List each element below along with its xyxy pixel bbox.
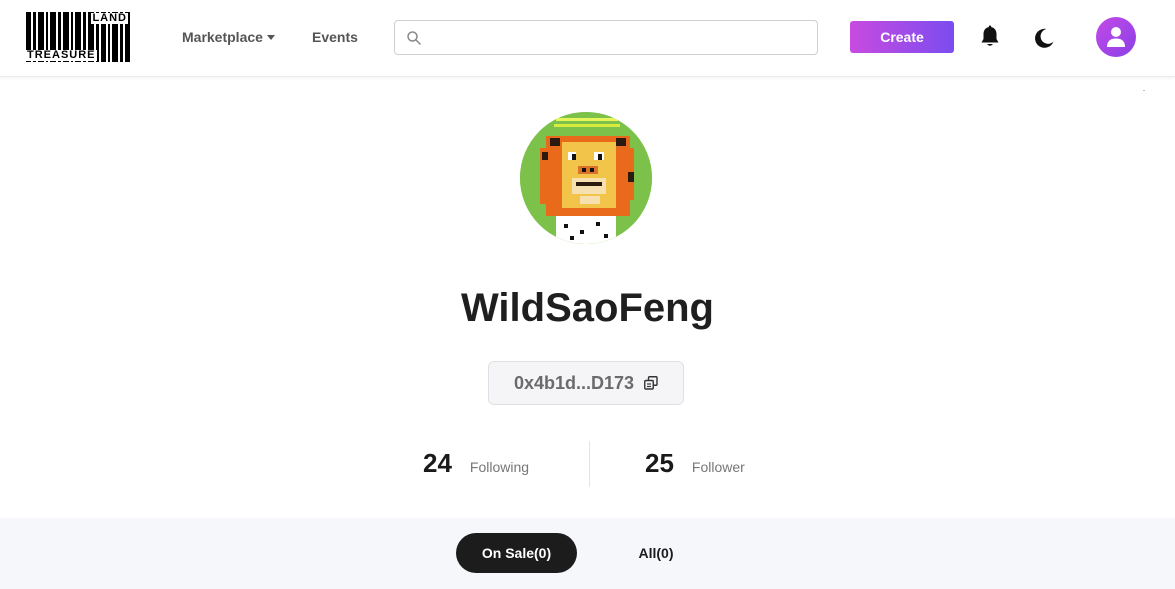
logo-text-land: LAND <box>91 12 128 24</box>
nav-events-label: Events <box>312 29 358 45</box>
treasureland-logo[interactable]: LAND TREASURE <box>26 12 130 62</box>
copy-icon[interactable] <box>644 376 658 390</box>
tab-all[interactable]: All(0) <box>616 533 696 573</box>
wallet-address: 0x4b1d...D173 <box>513 372 635 393</box>
search-input[interactable] <box>431 25 806 50</box>
following-count: 24 <box>423 448 452 478</box>
profile-tabs: On Sale(0) All(0) <box>0 518 1175 589</box>
caret-down-icon <box>266 35 275 40</box>
follower-label: Follower <box>691 459 745 475</box>
bell-icon <box>981 25 999 46</box>
nav-marketplace[interactable]: Marketplace <box>182 29 275 45</box>
logo-text-treasure: TREASURE <box>26 49 97 61</box>
search-icon <box>407 31 421 45</box>
profile-username: WildSaoFeng <box>461 286 714 330</box>
theme-toggle-button[interactable] <box>1032 26 1056 50</box>
follower-stat[interactable]: 25 Follower <box>645 448 745 479</box>
wallet-address-copy[interactable]: 0x4b1d...D173 <box>488 361 684 405</box>
decorative-dot <box>1143 90 1145 91</box>
user-menu-button[interactable] <box>1096 17 1136 57</box>
following-stat[interactable]: 24 Following <box>423 448 529 479</box>
create-button[interactable]: Create <box>850 21 954 53</box>
top-navbar: LAND TREASURE Marketplace Events Create <box>0 0 1175 77</box>
nav-events[interactable]: Events <box>312 29 358 45</box>
stats-divider <box>589 441 590 487</box>
search-box[interactable] <box>394 20 818 55</box>
notifications-button[interactable] <box>979 25 1001 49</box>
tab-on-sale[interactable]: On Sale(0) <box>456 533 577 573</box>
profile-avatar <box>520 112 652 244</box>
nav-marketplace-label: Marketplace <box>182 29 263 45</box>
user-icon <box>1107 27 1125 47</box>
follower-count: 25 <box>645 448 674 478</box>
moon-icon <box>1035 28 1054 48</box>
lion-nft-avatar-image <box>520 112 652 244</box>
following-label: Following <box>469 459 530 475</box>
